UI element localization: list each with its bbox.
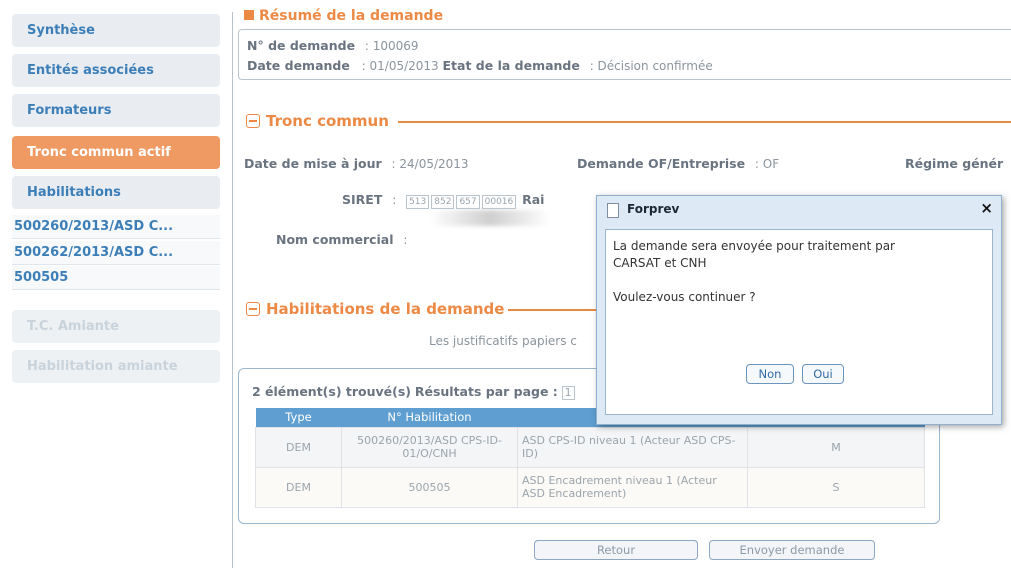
sidebar-subitem[interactable]: 500505 (12, 266, 220, 290)
etat-value: : Décision confirmée (589, 59, 713, 73)
collapse-icon[interactable] (246, 114, 260, 128)
retour-button[interactable]: Retour (534, 540, 698, 560)
justificatifs-note: Les justificatifs papiers c (429, 334, 577, 348)
envoyer-demande-button[interactable]: Envoyer demande (709, 540, 875, 560)
sidebar-subitem[interactable]: 500260/2013/ASD C... (12, 215, 220, 239)
close-icon[interactable]: × (980, 199, 993, 217)
dialog-message-line1: La demande sera envoyée pour traitement … (613, 239, 895, 253)
sidebar-divider (232, 12, 233, 568)
dialog-message-line2: CARSAT et CNH (613, 256, 707, 270)
sidebar-item-habilitations[interactable]: Habilitations (12, 176, 220, 209)
resume-box: N° de demande : 100069 Date demande : 01… (238, 29, 1011, 80)
col-type[interactable]: Type (255, 408, 342, 427)
per-page-label: Résultats par page : (414, 384, 558, 399)
cell-numero: 500505 (341, 466, 518, 508)
nom-commercial-colon: : (403, 233, 408, 247)
date-label: Date demande (247, 58, 350, 73)
oui-button[interactable]: Oui (802, 364, 844, 384)
result-count: 2 élément(s) trouvé(s) (252, 384, 412, 399)
dialog-body: La demande sera envoyée pour traitement … (605, 229, 993, 415)
document-icon (607, 203, 619, 218)
col-numero[interactable]: N° Habilitation (341, 408, 518, 427)
square-bullet-icon (244, 10, 254, 20)
resume-section-title: Résumé de la demande (244, 8, 443, 24)
regime-label: Régime génér (905, 156, 1004, 171)
dialog-title: Forprev (627, 202, 680, 216)
siret-part: 852 (431, 195, 455, 209)
siret-colon: : (392, 193, 397, 207)
siret-part: 657 (456, 195, 480, 209)
siret-part: 00016 (481, 195, 517, 209)
sidebar-item-formateurs[interactable]: Formateurs (12, 94, 220, 127)
cell-description: ASD Encadrement niveau 1 (Acteur ASD Enc… (517, 466, 748, 508)
sidebar-item-tc-amiante: T.C. Amiante (12, 310, 220, 343)
section-rule (398, 121, 1011, 123)
siret-label: SIRET (342, 192, 383, 207)
demande-of-value: : OF (754, 157, 780, 171)
resume-title-text: Résumé de la demande (259, 8, 444, 24)
table-row[interactable]: DEM 500260/2013/ASD CPS-ID-01/O/CNH ASD … (255, 426, 925, 468)
numero-value: : 100069 (364, 39, 419, 53)
nom-commercial-label: Nom commercial (276, 232, 394, 247)
sidebar-item-synthese[interactable]: Synthèse (12, 14, 220, 47)
cell-type: DEM (255, 426, 342, 468)
maj-value: : 24/05/2013 (391, 157, 469, 171)
maj-label: Date de mise à jour (244, 156, 382, 171)
habilitations-title-text: Habilitations de la demande (266, 300, 505, 318)
section-rule (508, 309, 598, 311)
dialog-titlebar[interactable]: Forprev × (597, 196, 1001, 225)
raison-label-partial: Rai (522, 192, 545, 207)
siret-part: 513 (406, 195, 430, 209)
sidebar-item-entites[interactable]: Entités associées (12, 54, 220, 87)
tronc-title-text: Tronc commun (266, 112, 389, 130)
habilitations-section-header[interactable]: Habilitations de la demande (246, 300, 504, 318)
demande-of-label: Demande OF/Entreprise (577, 156, 746, 171)
table-row[interactable]: DEM 500505 ASD Encadrement niveau 1 (Act… (255, 466, 925, 508)
collapse-icon[interactable] (246, 302, 260, 316)
tronc-section-header[interactable]: Tronc commun (246, 112, 389, 130)
cell-numero: 500260/2013/ASD CPS-ID-01/O/CNH (341, 426, 518, 468)
per-page-select[interactable]: 1 (561, 386, 575, 400)
cell-description: ASD CPS-ID niveau 1 (Acteur ASD CPS-ID) (517, 426, 748, 468)
dialog-question: Voulez-vous continuer ? (613, 290, 756, 304)
cell-code: S (747, 466, 925, 508)
date-value: : 01/05/2013 (361, 59, 439, 73)
sidebar-subitem[interactable]: 500262/2013/ASD C... (12, 241, 220, 265)
cell-code: M (747, 426, 925, 468)
numero-label: N° de demande (247, 38, 356, 53)
sidebar-item-habilitation-amiante: Habilitation amiante (12, 350, 220, 383)
redaction-blur (430, 210, 550, 226)
sidebar-item-tronc-commun[interactable]: Tronc commun actif (12, 136, 220, 169)
non-button[interactable]: Non (746, 364, 794, 384)
etat-label: Etat de la demande (442, 58, 580, 73)
confirm-dialog: Forprev × La demande sera envoyée pour t… (596, 195, 1002, 425)
cell-type: DEM (255, 466, 342, 508)
